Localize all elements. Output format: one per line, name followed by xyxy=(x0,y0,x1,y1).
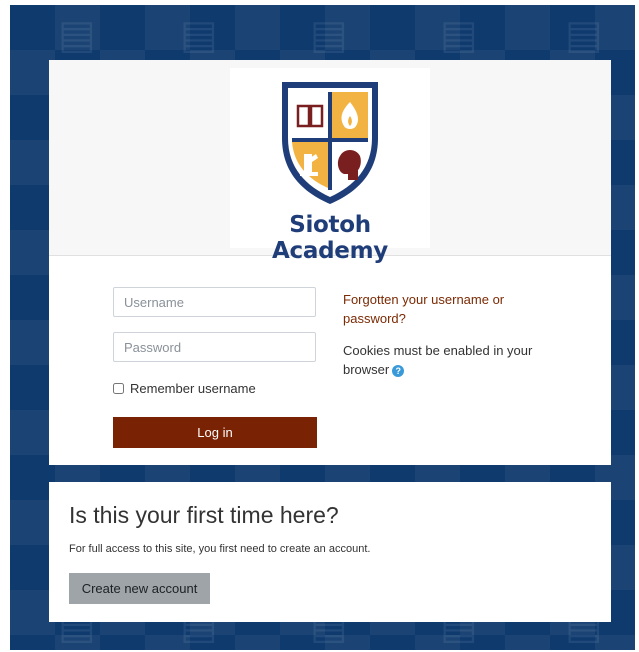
username-input[interactable] xyxy=(113,287,316,317)
first-time-description: For full access to this site, you first … xyxy=(69,543,371,555)
site-logo: Siotoh Academy xyxy=(230,68,430,264)
forgot-credentials-link[interactable]: Forgotten your username or password? xyxy=(343,290,543,328)
password-input[interactable] xyxy=(113,332,316,362)
book-icon: ▤ xyxy=(180,12,218,58)
login-button[interactable]: Log in xyxy=(113,417,317,448)
remember-username-checkbox[interactable] xyxy=(113,382,124,394)
remember-username-label: Remember username xyxy=(130,380,256,396)
login-card: Siotoh Academy Remember username Log in … xyxy=(49,60,611,465)
create-account-button[interactable]: Create new account xyxy=(69,573,210,604)
book-icon: ▤ xyxy=(310,12,348,58)
question-circle-icon[interactable]: ? xyxy=(392,364,405,377)
first-time-heading: Is this your first time here? xyxy=(69,502,339,528)
logo-header: Siotoh Academy xyxy=(49,60,611,264)
shield-icon xyxy=(282,82,378,204)
first-time-card: Is this your first time here? For full a… xyxy=(49,482,611,622)
cookies-notice: Cookies must be enabled in your browser? xyxy=(343,341,553,379)
book-icon: ▤ xyxy=(58,12,96,58)
remember-username[interactable]: Remember username xyxy=(113,380,256,396)
cookies-notice-text: Cookies must be enabled in your browser xyxy=(343,343,533,377)
book-icon: ▤ xyxy=(440,12,478,58)
book-icon: ▤ xyxy=(565,12,603,58)
site-name: Siotoh Academy xyxy=(272,212,388,264)
